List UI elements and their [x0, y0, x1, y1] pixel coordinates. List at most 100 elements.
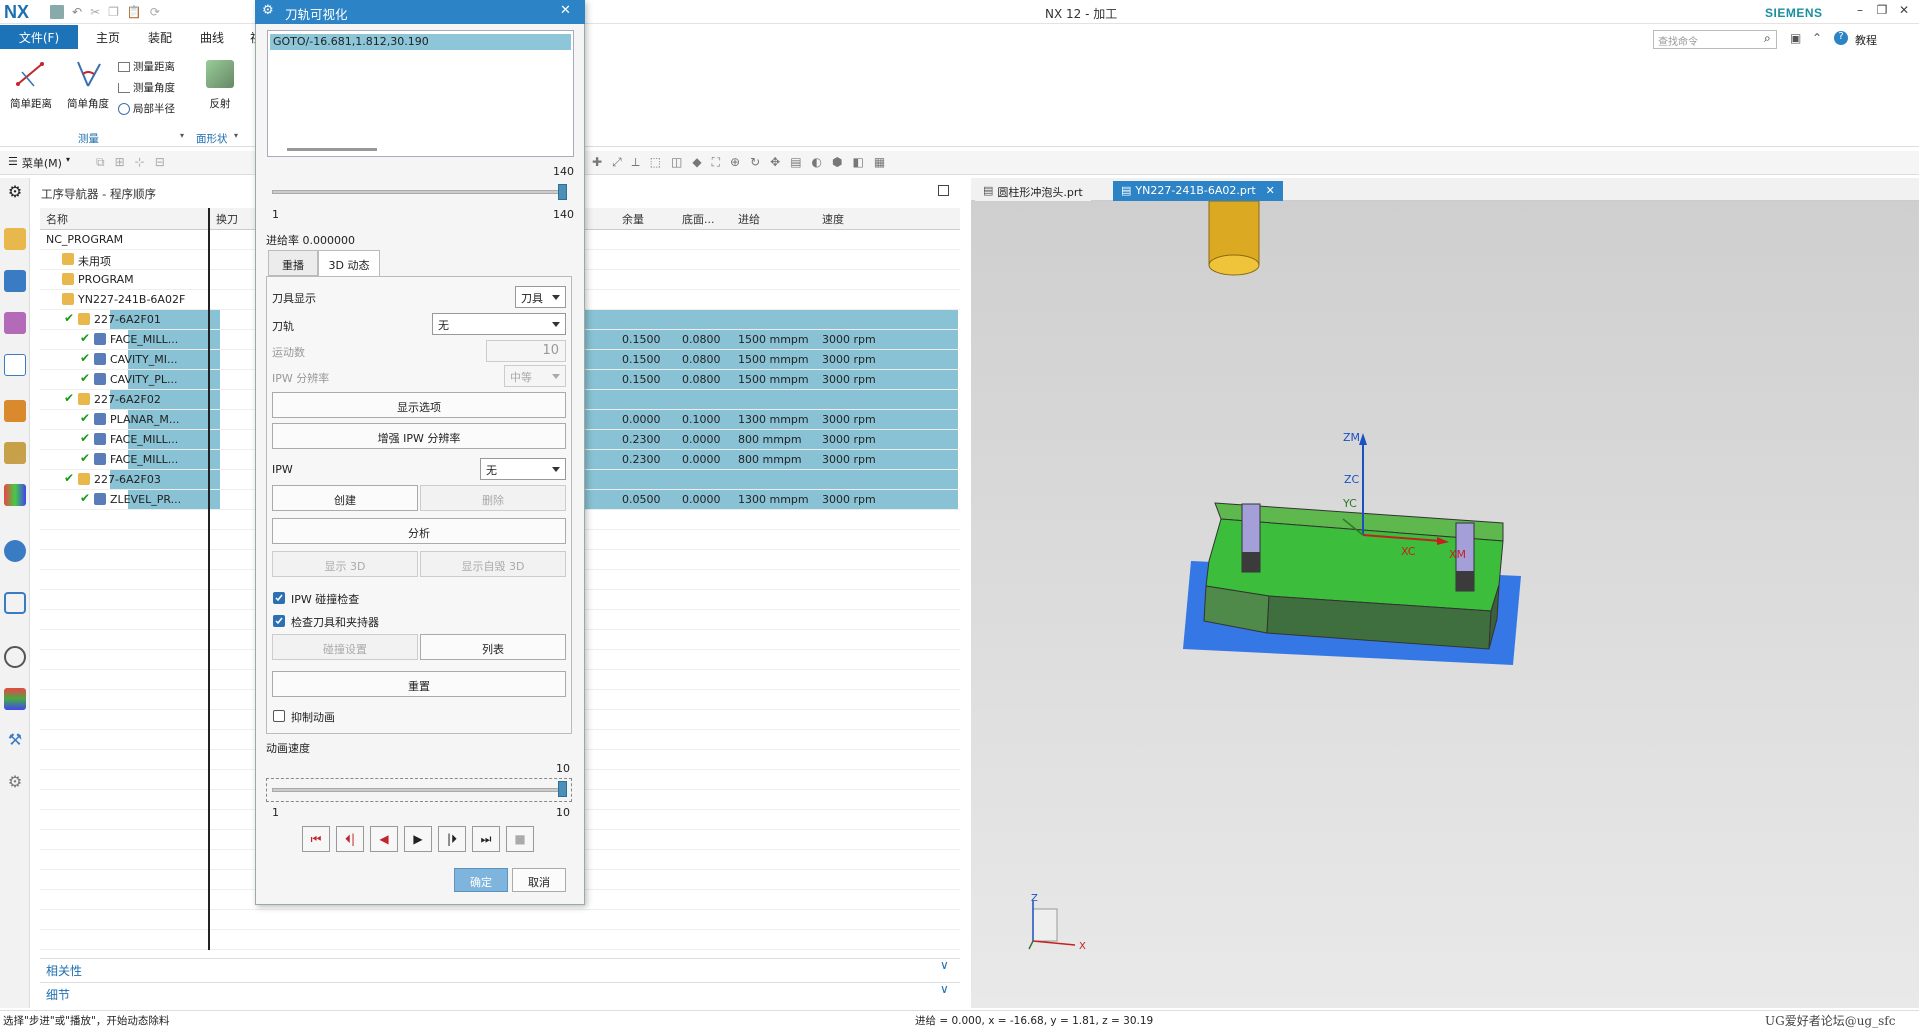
suppress-animation-label[interactable]: 抑制动画 [291, 709, 335, 725]
tab-3d-dynamic[interactable]: 3D 动态 [318, 250, 380, 277]
group-measure-dropdown-icon[interactable]: ▾ [180, 131, 184, 140]
close-window-icon[interactable]: ✕ [1895, 3, 1913, 21]
pan-icon[interactable]: ✥ [770, 155, 780, 170]
shade-icon[interactable]: ◫ [671, 155, 682, 170]
rotate-icon[interactable]: ↻ [750, 155, 760, 170]
animation-speed-thumb[interactable] [558, 781, 567, 797]
hd3d-icon[interactable] [4, 540, 26, 562]
snap-point-icon[interactable]: ✚ [592, 155, 602, 170]
tab-file[interactable]: 文件(F) [0, 25, 78, 49]
history-icon[interactable] [4, 646, 26, 668]
simple-distance-label[interactable]: 简单距离 [6, 96, 56, 111]
column-splitter[interactable] [208, 208, 210, 950]
ipw-resolution-select[interactable]: 中等 [504, 365, 566, 387]
column-stock[interactable]: 余量 [622, 211, 644, 227]
measure-distance-tool[interactable]: 测量距离 [118, 59, 175, 74]
tab-active-part[interactable]: ▤ YN227-241B-6A02.prt ✕ [1113, 181, 1283, 201]
details-expand-icon[interactable]: ∨ [940, 982, 949, 996]
menu-button[interactable]: ☰ 菜单(M) ▾ [8, 155, 70, 171]
reflection-label[interactable]: 反射 [202, 96, 238, 111]
tutorial-label[interactable]: 教程 [1855, 32, 1877, 48]
check-tool-holder-checkbox[interactable] [273, 615, 285, 627]
show-blank-3d-button[interactable]: 显示自毁 3D [420, 551, 566, 577]
enhance-ipw-resolution-button[interactable]: 增强 IPW 分辨率 [272, 423, 566, 449]
repeat-icon[interactable]: ⟳ [150, 5, 160, 19]
details-label[interactable]: 细节 [46, 986, 70, 1003]
list-scrollbar[interactable] [287, 148, 377, 151]
toolpath-slider-thumb[interactable] [558, 184, 567, 200]
reset-button[interactable]: 重置 [272, 671, 566, 697]
select-rect-icon[interactable]: ⬚ [650, 155, 661, 170]
ipw-select[interactable]: 无 [480, 458, 566, 480]
ipw-collision-label[interactable]: IPW 碰撞检查 [291, 591, 359, 607]
constraint-navigator-icon[interactable] [4, 312, 26, 334]
command-search-input[interactable]: 查找命令 [1653, 30, 1777, 49]
column-tool-change[interactable]: 换刀 [216, 211, 238, 227]
check-tool-holder-label[interactable]: 检查刀具和夹持器 [291, 614, 379, 630]
copy-icon[interactable]: ❐ [108, 5, 119, 19]
motion-count-input[interactable]: 10 [486, 340, 566, 362]
tool-display-select[interactable]: 刀具 [515, 286, 566, 308]
step-back-button[interactable]: ⏴| [336, 826, 364, 852]
toolpath-display-select[interactable]: 无 [432, 313, 566, 335]
select-filter-icon[interactable]: ⧉ [96, 155, 105, 170]
render-style-icon[interactable]: ◐ [812, 155, 822, 170]
help-icon[interactable]: ? [1834, 31, 1848, 45]
delete-button[interactable]: 删除 [420, 485, 566, 511]
cut-icon[interactable]: ✂ [90, 5, 100, 19]
measure-angle-tool[interactable]: 测量角度 [118, 80, 175, 95]
paste-icon[interactable]: 📋 [127, 5, 142, 19]
orient-icon[interactable]: ⤢ [612, 155, 622, 170]
dialog-gear-icon[interactable]: ⚙ [262, 3, 274, 18]
settings-icon[interactable]: ⚙ [4, 182, 26, 204]
relations-expand-icon[interactable]: ∨ [940, 958, 949, 972]
wcs-icon[interactable]: ⟂ [632, 155, 640, 170]
toolpath-slider-track[interactable] [272, 190, 564, 194]
machine-tool-icon[interactable] [4, 400, 26, 422]
display-icon[interactable]: ▦ [874, 155, 885, 170]
toolpath-list-item[interactable]: GOTO/-16.681,1.812,30.190 [270, 34, 571, 50]
suppress-animation-checkbox[interactable] [273, 710, 285, 722]
step-forward-button[interactable]: |⏵ [438, 826, 466, 852]
simple-angle-tool[interactable] [72, 58, 104, 90]
column-floor-stock[interactable]: 底面... [682, 211, 715, 227]
local-radius-tool[interactable]: 局部半径 [118, 101, 175, 116]
play-forward-button[interactable]: ▶ [404, 826, 432, 852]
relations-panel[interactable] [40, 958, 960, 980]
snap-icon[interactable]: ⊹ [135, 155, 145, 170]
analyze-button[interactable]: 分析 [272, 518, 566, 544]
navigator-maximize-icon[interactable] [938, 185, 949, 196]
animation-speed-track[interactable] [272, 788, 564, 792]
machining-feature-icon[interactable] [4, 442, 26, 464]
reflection-icon[interactable] [206, 60, 234, 88]
collision-settings-button[interactable]: 碰撞设置 [272, 634, 418, 660]
stop-button[interactable]: ■ [506, 826, 534, 852]
tab-curve[interactable]: 曲线 [190, 27, 234, 47]
group-face-shape-dropdown-icon[interactable]: ▾ [234, 131, 238, 140]
ribbon-collapse-icon[interactable]: ⌃ [1812, 31, 1822, 45]
dialog-close-icon[interactable]: ✕ [560, 3, 571, 18]
simple-angle-label[interactable]: 简单角度 [63, 96, 113, 111]
create-button[interactable]: 创建 [272, 485, 418, 511]
fit-icon[interactable]: ⛶ [712, 155, 720, 170]
save-icon[interactable] [50, 5, 64, 19]
tab-home[interactable]: 主页 [86, 27, 130, 47]
view-triad-icon[interactable]: ⬢ [832, 155, 842, 170]
rewind-to-start-button[interactable]: ⏮ [302, 826, 330, 852]
process-studio-icon[interactable]: ⚒ [4, 730, 26, 752]
system-materials-icon[interactable] [4, 688, 26, 710]
operation-navigator-icon[interactable] [4, 354, 26, 376]
fast-forward-button[interactable]: ⏭ [472, 826, 500, 852]
minimize-icon[interactable]: – [1851, 3, 1869, 21]
relations-label[interactable]: 相关性 [46, 962, 82, 979]
tab-replay[interactable]: 重播 [268, 250, 318, 276]
cancel-button[interactable]: 取消 [512, 868, 566, 892]
layer-icon[interactable]: ▤ [790, 155, 801, 170]
list-button[interactable]: 列表 [420, 634, 566, 660]
zoom-icon[interactable]: ⊕ [730, 155, 740, 170]
undo-icon[interactable]: ↶ [72, 5, 82, 19]
select-scope-icon[interactable]: ⊞ [115, 155, 125, 170]
details-panel[interactable] [40, 982, 960, 1004]
ok-button[interactable]: 确定 [454, 868, 508, 892]
part-navigator-icon[interactable] [4, 228, 26, 250]
